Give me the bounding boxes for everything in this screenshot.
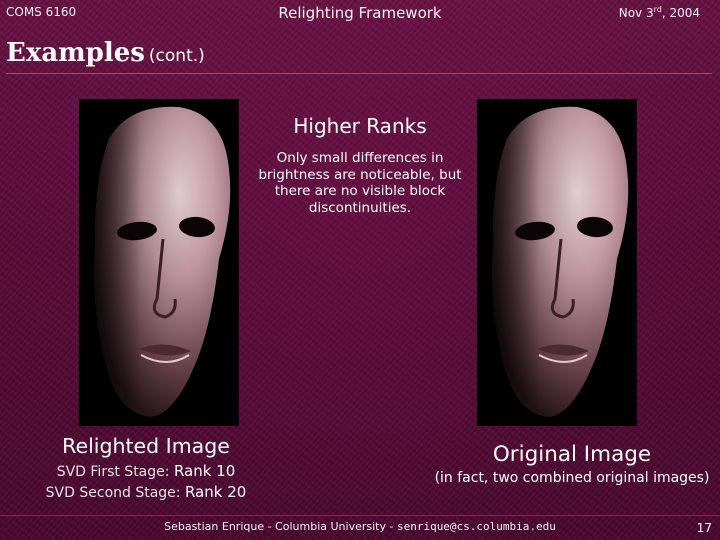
original-face-render	[492, 106, 629, 417]
original-image-note: (in fact, two combined original images)	[434, 470, 710, 486]
original-face-image	[477, 99, 637, 426]
svd-second-stage-rank: Rank 20	[184, 483, 247, 501]
footer-divider	[0, 515, 720, 516]
slide-date: Nov 3rd, 2004	[619, 5, 700, 20]
relighted-face-render	[94, 106, 231, 417]
date-suffix: , 2004	[661, 6, 700, 20]
original-image-label: Original Image	[492, 442, 652, 467]
footer-author: Sebastian Enrique - Columbia University …	[164, 520, 397, 533]
date-prefix: Nov 3	[618, 6, 654, 20]
svd-first-stage-label: SVD First Stage:	[56, 464, 174, 480]
footer-email: senrique@cs.columbia.edu	[396, 520, 556, 533]
title-divider	[6, 73, 712, 74]
relighted-face-image	[79, 99, 239, 426]
svd-second-stage-label: SVD Second Stage:	[45, 485, 185, 501]
slide-title: Examples (cont.)	[6, 38, 205, 68]
slide-title-sub: (cont.)	[148, 46, 205, 66]
svd-second-stage: SVD Second Stage: Rank 20	[0, 483, 292, 501]
slide-title-main: Examples	[6, 38, 145, 68]
caption-heading: Higher Ranks	[293, 114, 427, 138]
svd-first-stage: SVD First Stage: Rank 10	[0, 462, 292, 480]
slide-topic: Relighting Framework	[278, 4, 442, 22]
date-ordinal: rd	[653, 5, 662, 14]
slide-footer: Sebastian Enrique - Columbia University …	[0, 520, 720, 533]
svd-first-stage-rank: Rank 10	[173, 462, 236, 480]
page-number: 17	[696, 521, 712, 535]
relighted-image-label: Relighted Image	[62, 434, 230, 458]
caption-body: Only small differences in brightness are…	[258, 150, 462, 216]
